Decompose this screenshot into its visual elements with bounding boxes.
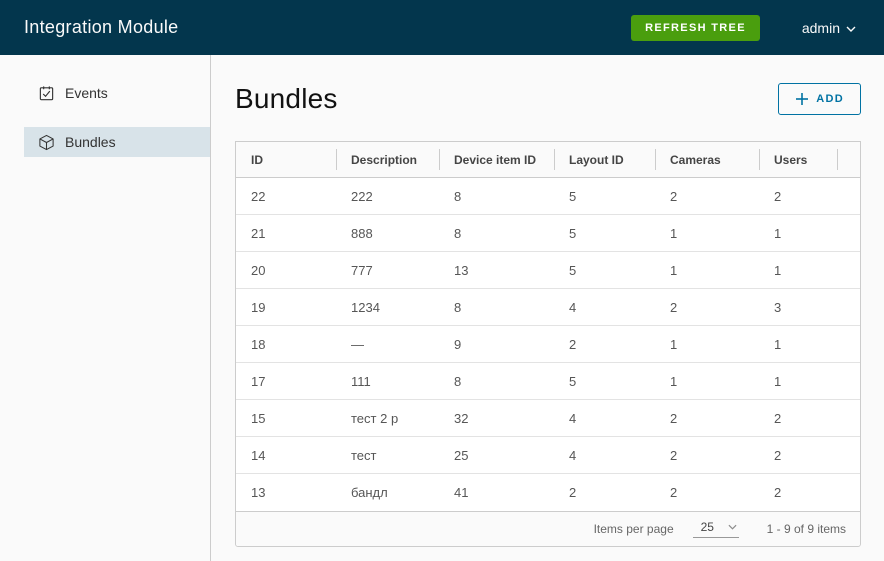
add-button[interactable]: ADD <box>778 83 861 115</box>
table-cell: 19 <box>236 289 336 325</box>
cube-icon <box>38 134 55 151</box>
table-cell: 1 <box>655 326 759 362</box>
bundles-table: IDDescriptionDevice item IDLayout IDCame… <box>235 141 861 547</box>
table-cell: 5 <box>554 363 655 399</box>
table-cell: 13 <box>236 474 336 511</box>
column-header[interactable]: Description <box>336 142 439 177</box>
table-cell: 2 <box>655 178 759 214</box>
items-per-page-label: Items per page <box>594 522 674 536</box>
table-cell: 21 <box>236 215 336 251</box>
table-cell: 13 <box>439 252 554 288</box>
sidebar-item-label: Events <box>65 85 108 101</box>
table-cell: 2 <box>655 474 759 511</box>
table-row[interactable]: 1912348423 <box>236 289 860 326</box>
table-cell: 1 <box>759 215 860 251</box>
table-cell: 22 <box>236 178 336 214</box>
table-row[interactable]: 222228522 <box>236 178 860 215</box>
table-row[interactable]: 18—9211 <box>236 326 860 363</box>
column-header[interactable]: Device item ID <box>439 142 554 177</box>
table-header-row: IDDescriptionDevice item IDLayout IDCame… <box>236 142 860 178</box>
table-cell: 3 <box>759 289 860 325</box>
refresh-tree-button[interactable]: REFRESH TREE <box>631 15 760 41</box>
items-per-page-value: 25 <box>701 520 714 534</box>
table-row[interactable]: 14тест25422 <box>236 437 860 474</box>
table-cell: 41 <box>439 474 554 511</box>
table-row[interactable]: 13бандл41222 <box>236 474 860 511</box>
table-cell: 4 <box>554 289 655 325</box>
table-cell: 1 <box>759 326 860 362</box>
table-cell: 2 <box>759 474 860 511</box>
table-cell: 14 <box>236 437 336 473</box>
table-row[interactable]: 2077713511 <box>236 252 860 289</box>
calendar-check-icon <box>38 85 55 102</box>
table-cell: 2 <box>759 437 860 473</box>
table-cell: 5 <box>554 215 655 251</box>
table-cell: 25 <box>439 437 554 473</box>
column-header[interactable]: Users <box>759 142 860 177</box>
app-title: Integration Module <box>24 17 179 38</box>
table-cell: 1 <box>655 215 759 251</box>
table-cell: 18 <box>236 326 336 362</box>
table-cell: 1 <box>655 252 759 288</box>
table-footer: Items per page 25 1 - 9 of 9 items <box>236 511 860 546</box>
table-row[interactable]: 171118511 <box>236 363 860 400</box>
chevron-down-icon <box>728 524 737 531</box>
header-actions: REFRESH TREE admin <box>631 15 860 41</box>
table-cell: 2 <box>655 289 759 325</box>
table-cell: 2 <box>655 437 759 473</box>
table-cell: 8 <box>439 289 554 325</box>
table-cell: 888 <box>336 215 439 251</box>
pagination-range: 1 - 9 of 9 items <box>767 522 846 536</box>
sidebar: Events Bundles <box>0 55 211 561</box>
plus-icon <box>795 92 809 106</box>
sidebar-item-bundles[interactable]: Bundles <box>24 127 210 157</box>
user-menu-label: admin <box>802 20 840 36</box>
app-header: Integration Module REFRESH TREE admin <box>0 0 884 55</box>
table-cell: 2 <box>554 326 655 362</box>
table-body: 2222285222188885112077713511191234842318… <box>236 178 860 511</box>
table-cell: 1234 <box>336 289 439 325</box>
table-cell: — <box>336 326 439 362</box>
table-cell: 9 <box>439 326 554 362</box>
table-cell: 2 <box>554 474 655 511</box>
table-cell: тест <box>336 437 439 473</box>
table-cell: 2 <box>759 178 860 214</box>
table-cell: 32 <box>439 400 554 436</box>
user-menu[interactable]: admin <box>802 20 860 36</box>
table-cell: бандл <box>336 474 439 511</box>
table-cell: 1 <box>759 252 860 288</box>
table-cell: 8 <box>439 215 554 251</box>
table-cell: 8 <box>439 363 554 399</box>
table-cell: 2 <box>655 400 759 436</box>
table-cell: 222 <box>336 178 439 214</box>
table-cell: тест 2 р <box>336 400 439 436</box>
table-cell: 8 <box>439 178 554 214</box>
column-header[interactable]: Layout ID <box>554 142 655 177</box>
table-row[interactable]: 15тест 2 р32422 <box>236 400 860 437</box>
chevron-down-icon <box>846 23 856 32</box>
add-button-label: ADD <box>816 93 844 105</box>
table-cell: 2 <box>759 400 860 436</box>
table-cell: 5 <box>554 252 655 288</box>
table-cell: 111 <box>336 363 439 399</box>
items-per-page-select[interactable]: 25 <box>693 520 739 538</box>
main-content: Bundles ADD IDDescriptionDevice item IDL… <box>211 55 884 561</box>
table-cell: 777 <box>336 252 439 288</box>
table-row[interactable]: 218888511 <box>236 215 860 252</box>
table-cell: 20 <box>236 252 336 288</box>
column-header[interactable]: ID <box>236 142 336 177</box>
table-cell: 17 <box>236 363 336 399</box>
table-cell: 1 <box>655 363 759 399</box>
table-cell: 4 <box>554 437 655 473</box>
table-cell: 4 <box>554 400 655 436</box>
table-cell: 1 <box>759 363 860 399</box>
page-title: Bundles <box>235 83 338 115</box>
sidebar-item-events[interactable]: Events <box>24 78 210 108</box>
sidebar-item-label: Bundles <box>65 134 116 150</box>
column-header[interactable]: Cameras <box>655 142 759 177</box>
table-cell: 5 <box>554 178 655 214</box>
table-cell: 15 <box>236 400 336 436</box>
